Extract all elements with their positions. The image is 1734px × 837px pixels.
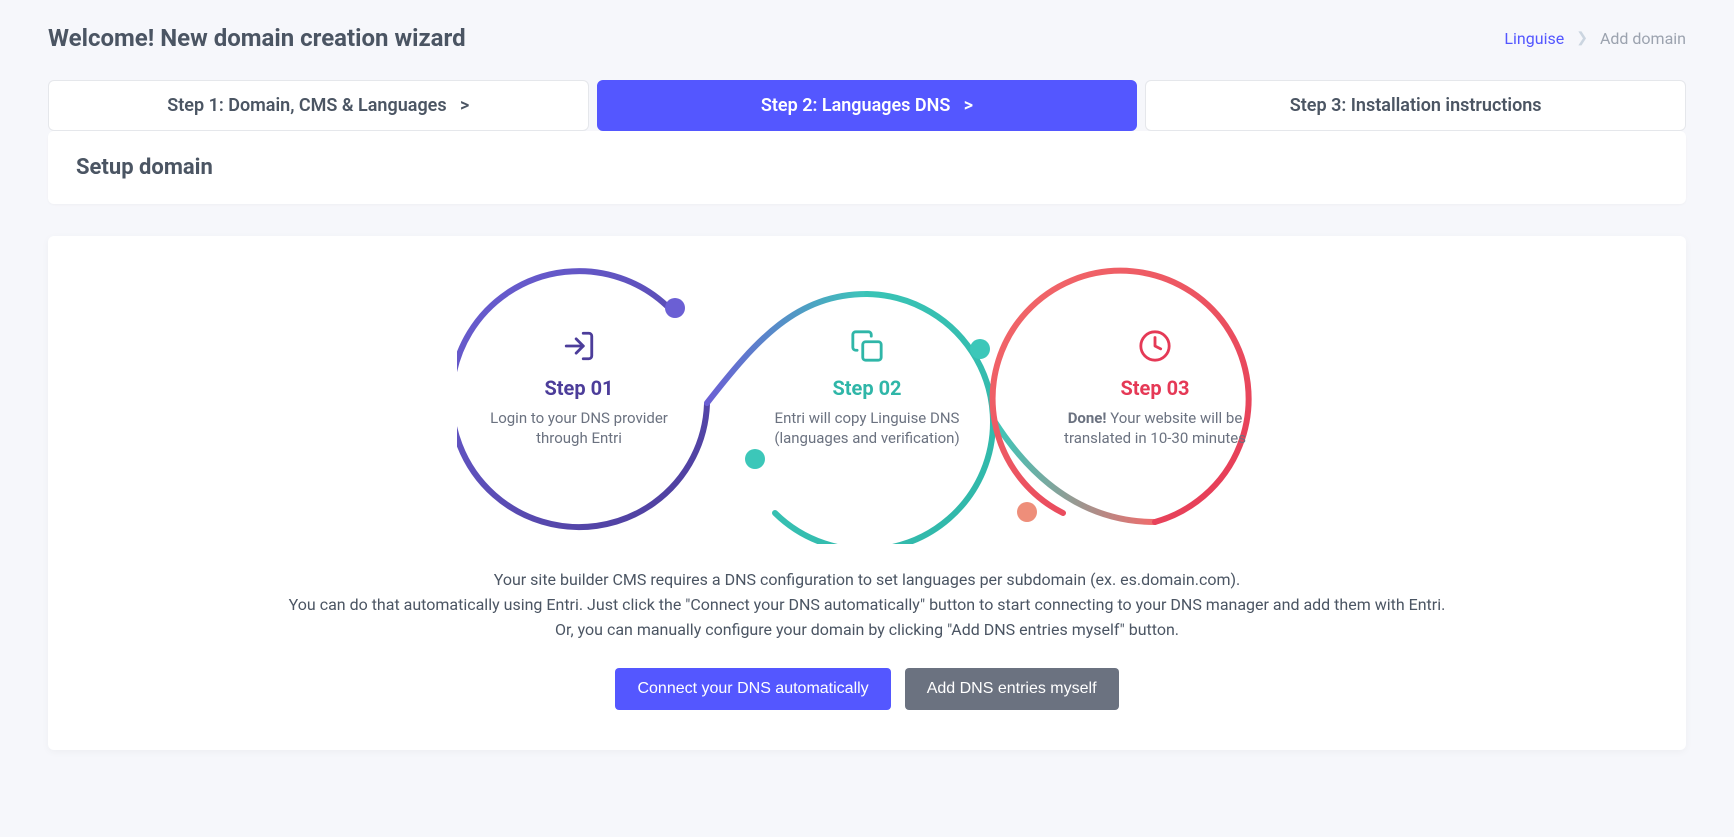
panel-title: Setup domain: [76, 155, 1658, 180]
clock-icon: [1055, 326, 1255, 366]
step-tab-3-label: Step 3: Installation instructions: [1290, 95, 1542, 116]
desc-line-1: Your site builder CMS requires a DNS con…: [267, 568, 1467, 593]
button-row: Connect your DNS automatically Add DNS e…: [76, 668, 1658, 710]
diagram-step-2: Step 02 Entri will copy Linguise DNS (la…: [767, 326, 967, 449]
diagram-step-3-done: Done!: [1068, 409, 1107, 427]
diagram-step-1-desc: Login to your DNS provider through Entri: [479, 408, 679, 449]
copy-icon: [767, 326, 967, 366]
description-block: Your site builder CMS requires a DNS con…: [267, 568, 1467, 642]
desc-line-3: Or, you can manually configure your doma…: [267, 618, 1467, 643]
step-tab-2[interactable]: Step 2: Languages DNS >: [597, 80, 1138, 131]
chevron-right-icon: >: [451, 95, 469, 116]
add-dns-entries-myself-button[interactable]: Add DNS entries myself: [905, 668, 1119, 710]
page-header: Welcome! New domain creation wizard Ling…: [48, 24, 1686, 52]
diagram-step-1: Step 01 Login to your DNS provider throu…: [479, 326, 679, 449]
chevron-right-icon: ❯: [1576, 30, 1588, 46]
wizard-steps: Step 1: Domain, CMS & Languages > Step 2…: [48, 80, 1686, 131]
diagram-step-3-label: Step 03: [1055, 376, 1255, 400]
diagram-step-2-label: Step 02: [767, 376, 967, 400]
step-tab-1[interactable]: Step 1: Domain, CMS & Languages >: [48, 80, 589, 131]
steps-diagram: Step 01 Login to your DNS provider throu…: [457, 264, 1277, 544]
main-card: Step 01 Login to your DNS provider throu…: [48, 236, 1686, 750]
breadcrumb-link-linguise[interactable]: Linguise: [1504, 29, 1564, 48]
connect-dns-automatically-button[interactable]: Connect your DNS automatically: [615, 668, 890, 710]
diagram-step-3: Step 03 Done! Your website will be trans…: [1055, 326, 1255, 449]
login-icon: [479, 326, 679, 366]
breadcrumb-current: Add domain: [1600, 29, 1686, 48]
setup-domain-panel: Setup domain: [48, 131, 1686, 204]
diagram-step-2-desc: Entri will copy Linguise DNS (languages …: [767, 408, 967, 449]
step-tab-1-label: Step 1: Domain, CMS & Languages: [167, 95, 446, 116]
breadcrumb: Linguise ❯ Add domain: [1504, 29, 1686, 48]
page-title: Welcome! New domain creation wizard: [48, 24, 466, 52]
step-tab-2-label: Step 2: Languages DNS: [761, 95, 950, 116]
diagram-step-3-desc: Done! Your website will be translated in…: [1055, 408, 1255, 449]
diagram-step-1-label: Step 01: [479, 376, 679, 400]
desc-line-2: You can do that automatically using Entr…: [267, 593, 1467, 618]
chevron-right-icon: >: [955, 95, 973, 116]
step-tab-3[interactable]: Step 3: Installation instructions: [1145, 80, 1686, 131]
